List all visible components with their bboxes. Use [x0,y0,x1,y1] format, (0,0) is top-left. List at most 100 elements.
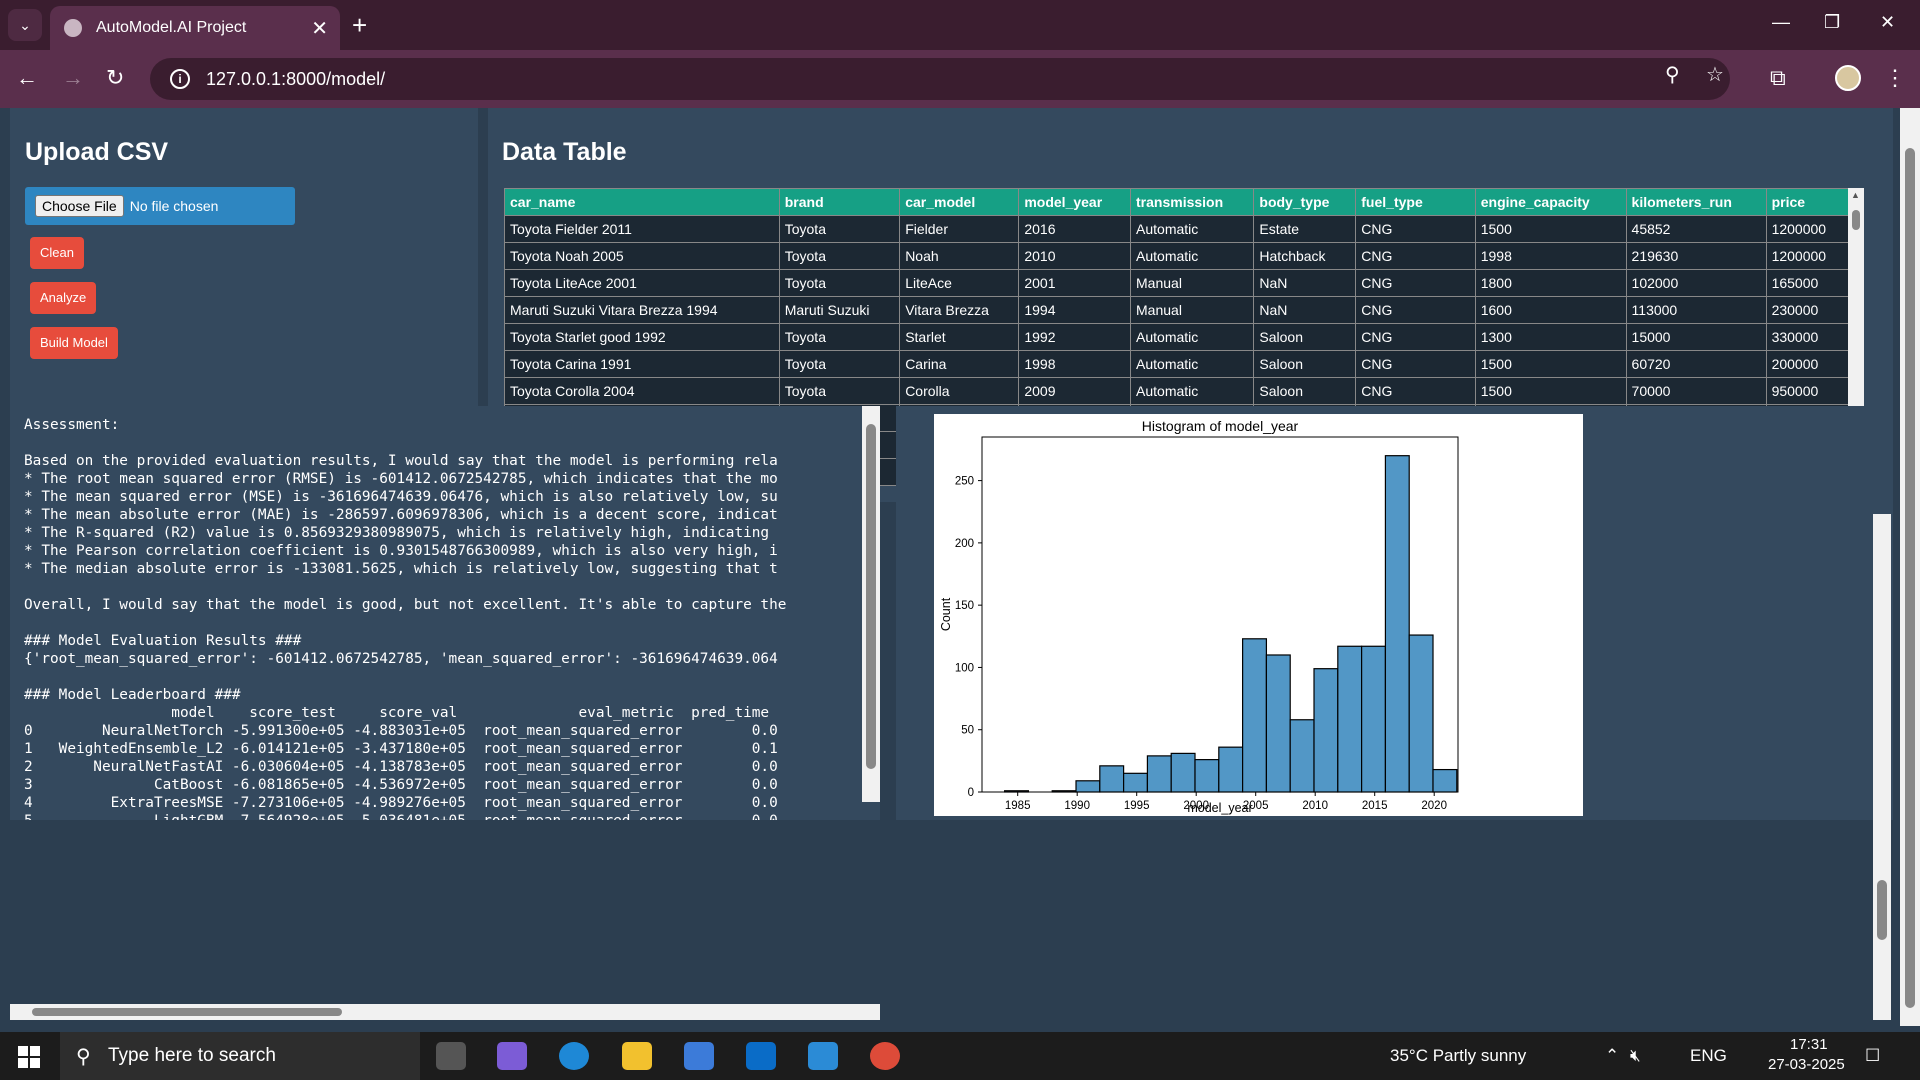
table-cell-engine_capacity: 1800 [1474,269,1627,297]
chart-title: Histogram of model_year [1142,418,1299,434]
reload-button[interactable]: ↻ [106,65,124,91]
page-scroll-thumb[interactable] [1905,148,1915,1008]
site-info-icon[interactable]: i [170,69,190,89]
model-output-panel[interactable]: Assessment: Based on the provided evalua… [10,406,880,820]
file-input[interactable]: Choose File No file chosen [25,187,295,225]
table-cell-fuel_type: CNG [1355,215,1476,243]
table-cell-model_year: 1994 [1018,296,1132,324]
histogram-bar [1337,645,1363,793]
output-hscroll-thumb[interactable] [32,1008,342,1016]
table-cell-body_type: Saloon [1253,377,1357,405]
minimize-button[interactable]: — [1772,12,1790,33]
chart-scrollbar[interactable] [1873,514,1891,1020]
table-cell-car_name: Toyota Starlet good 1992 [504,323,780,351]
table-cell-fuel_type: CNG [1355,350,1476,378]
x-tick-label: 1995 [1124,800,1150,812]
table-cell-brand: Toyota [778,215,901,243]
forward-button[interactable]: → [62,65,84,91]
column-header-fuel_type: fuel_type [1355,188,1476,216]
table-cell-car_model: LiteAce [899,269,1020,297]
table-cell-brand: Toyota [778,269,901,297]
taskbar-search[interactable]: ⚲ Type here to search [60,1032,420,1080]
language-indicator[interactable]: ENG [1690,1046,1727,1066]
table-cell-engine_capacity: 1998 [1474,242,1627,270]
clock-date[interactable]: 27-03-2025 [1768,1056,1845,1073]
build-model-button[interactable]: Build Model [30,327,118,359]
column-header-car_model: car_model [899,188,1020,216]
table-scroll-thumb[interactable] [1852,210,1860,230]
tab-title: AutoModel.AI Project [96,19,247,36]
back-button[interactable]: ← [16,65,38,91]
column-header-transmission: transmission [1130,188,1255,216]
table-cell-model_year: 1998 [1018,350,1132,378]
table-cell-body_type: Saloon [1253,323,1357,351]
table-cell-car_model: Starlet [899,323,1020,351]
weather-text[interactable]: 35°C Partly sunny [1390,1046,1526,1066]
table-row: Toyota Corolla 2004 Toyota Corolla 2009 Auto… [504,377,1850,405]
histogram-bar [1289,719,1315,793]
histogram-bar [1265,654,1291,793]
clock-time[interactable]: 17:31 [1790,1036,1828,1053]
bookmark-star-icon[interactable]: ☆ [1706,62,1724,87]
chart-scroll-thumb[interactable] [1877,880,1887,940]
tab-search-button[interactable]: ⌄ [8,9,42,41]
x-tick-label: 2010 [1302,800,1328,812]
table-cell-car_name: Toyota LiteAce 2001 [504,269,780,297]
table-cell-fuel_type: CNG [1355,242,1476,270]
table-cell-fuel_type: CNG [1355,296,1476,324]
output-horizontal-scrollbar[interactable] [10,1004,880,1020]
analyze-button[interactable]: Analyze [30,282,97,314]
table-cell-brand: Toyota [778,242,901,270]
table-cell-transmission: Automatic [1130,350,1255,378]
table-row: Toyota Noah 2005 Toyota Noah 2010 Automatic H… [504,242,1850,270]
zoom-icon[interactable]: ⚲ [1665,62,1680,87]
restore-button[interactable]: ❐ [1824,12,1840,33]
model-output-text: Assessment: Based on the provided evalua… [24,417,787,820]
notifications-icon[interactable]: ☐ [1865,1046,1880,1066]
search-icon: ⚲ [76,1046,91,1068]
close-tab-icon[interactable]: ✕ [311,16,328,41]
chrome-icon[interactable] [870,1042,900,1070]
output-vertical-scrollbar[interactable] [862,406,880,802]
histogram-bar [1384,455,1410,793]
address-bar[interactable]: i 127.0.0.1:8000/model/ [150,58,1730,100]
mute-icon[interactable]: 🔇︎ [1630,1046,1641,1066]
histogram-bar [1075,780,1101,793]
chevron-up-icon[interactable]: ⌃ [1605,1046,1619,1066]
table-row: Maruti Suzuki Vitara Brezza 1994 Maruti S… [504,296,1850,324]
table-cell-fuel_type: CNG [1355,323,1476,351]
store-icon[interactable] [684,1042,714,1070]
outlook-icon[interactable] [746,1042,776,1070]
menu-icon[interactable]: ⋮ [1884,65,1906,91]
edge-icon[interactable] [559,1042,589,1070]
table-cell-body_type: NaN [1253,296,1357,324]
extensions-icon[interactable]: ⧉ [1770,65,1786,91]
taskbar-search-placeholder: Type here to search [108,1045,276,1066]
scroll-up-icon[interactable]: ▲ [1851,190,1860,200]
table-cell-car_model: Fielder [899,215,1020,243]
file-explorer-icon[interactable] [622,1042,652,1070]
table-cell-fuel_type: CNG [1355,269,1476,297]
profile-avatar[interactable] [1835,65,1861,91]
clean-button[interactable]: Clean [30,237,84,269]
table-cell-kilometers_run: 219630 [1625,242,1767,270]
histogram-bar [1361,645,1387,793]
page-scrollbar[interactable] [1900,108,1920,1026]
browser-titlebar: ⌄ AutoModel.AI Project ✕ + — ❐ ✕ [0,0,1920,50]
task-view-icon[interactable] [436,1042,466,1070]
table-cell-car_model: Carina [899,350,1020,378]
table-cell-engine_capacity: 1300 [1474,323,1627,351]
new-tab-button[interactable]: + [352,10,367,41]
close-window-button[interactable]: ✕ [1880,12,1895,33]
y-tick-label: 200 [955,538,974,550]
table-cell-car_model: Noah [899,242,1020,270]
choose-file-button[interactable]: Choose File [35,195,124,217]
table-cell-price: 200000 [1765,350,1850,378]
table-cell-transmission: Manual [1130,296,1255,324]
start-button[interactable] [18,1046,40,1068]
x-tick-label: 1990 [1064,800,1090,812]
vscode-icon[interactable] [808,1042,838,1070]
copilot-icon[interactable] [497,1042,527,1070]
output-scroll-thumb[interactable] [866,424,876,769]
browser-tab[interactable]: AutoModel.AI Project ✕ [50,6,340,50]
